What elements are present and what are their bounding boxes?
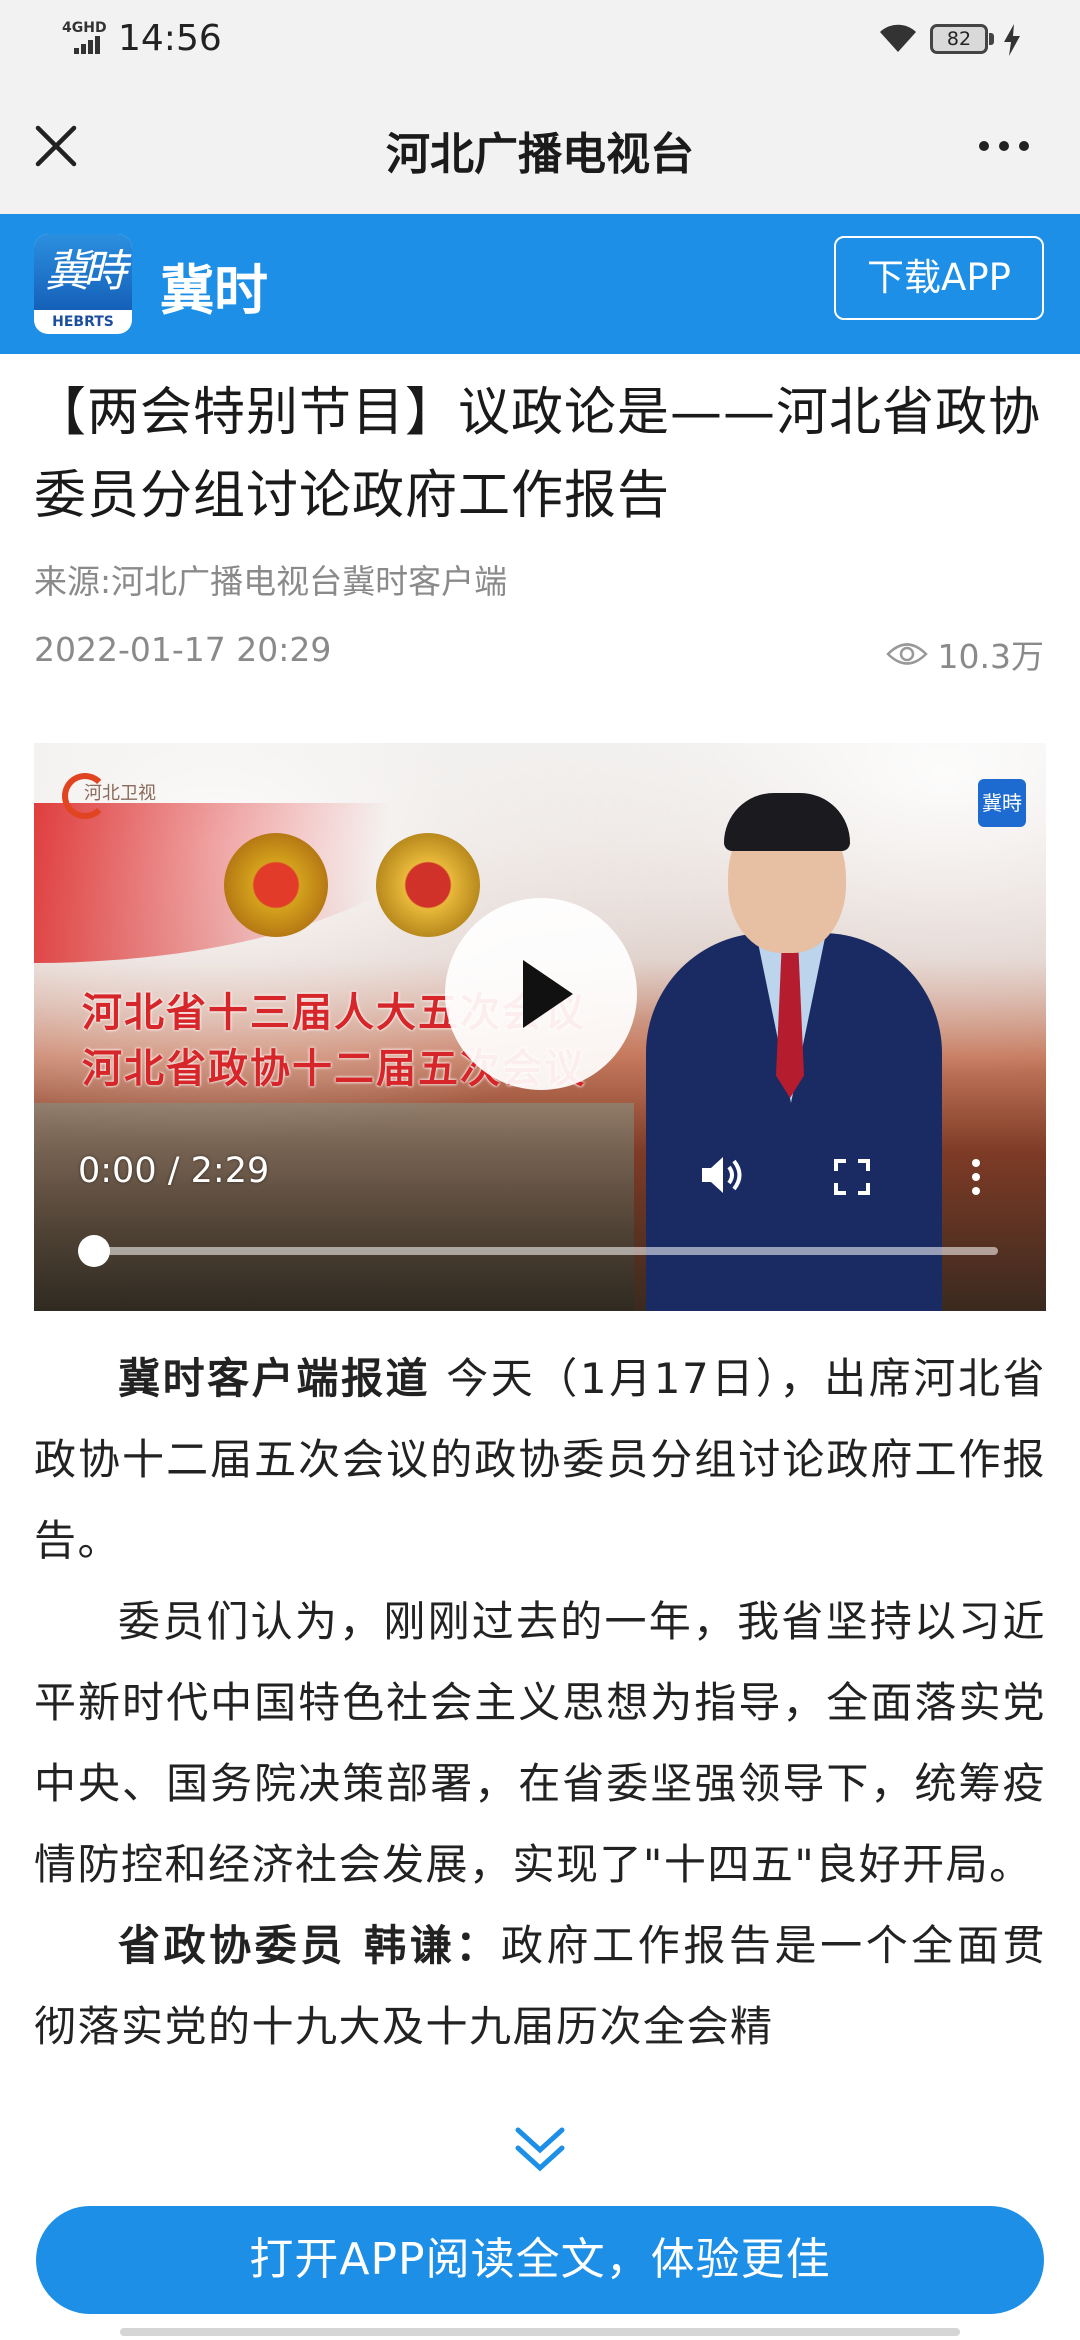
video-time: 0:00 / 2:29 <box>78 1151 270 1191</box>
home-indicator <box>120 2328 960 2336</box>
paragraph: 委员们认为，刚刚过去的一年，我省坚持以习近平新时代中国特色社会主义思想为指导，全… <box>34 1581 1046 1905</box>
tv-station-logo: 河北卫视 <box>84 783 156 804</box>
article-source: 来源:河北广播电视台冀时客户端 <box>34 562 508 601</box>
expand-chevron-icon[interactable] <box>512 2122 568 2178</box>
paragraph-text: 委员们认为，刚刚过去的一年，我省坚持以习近平新时代中国特色社会主义思想为指导，全… <box>34 1597 1046 1889</box>
brand-name: 冀时 <box>160 259 268 322</box>
video-corner-logo: 冀時 <box>978 779 1026 827</box>
battery-tip <box>989 33 994 45</box>
fullscreen-icon[interactable] <box>832 1157 872 1197</box>
page-title: 河北广播电视台 <box>386 129 694 180</box>
paragraph: 冀时客户端报道 今天（1月17日），出席河北省政协十二届五次会议的政协委员分组讨… <box>34 1338 1046 1581</box>
cppcc-emblem-icon <box>376 833 480 937</box>
nav-bar: 河北广播电视台 <box>0 80 1080 214</box>
view-count: 10.3万 <box>885 630 1044 678</box>
more-icon[interactable] <box>974 120 1034 172</box>
volume-icon[interactable] <box>698 1153 748 1197</box>
video-player[interactable]: 河北卫视 河北省十三届人大五次会议 河北省政协十二届五次会议 冀時 0:00 /… <box>34 743 1046 1311</box>
play-button[interactable] <box>445 898 637 1090</box>
app-logo: 冀時 HEBRTS <box>34 234 132 334</box>
status-bar: 4GHD 14:56 82 <box>0 0 1080 80</box>
app-banner: 冀時 HEBRTS 冀时 下载APP <box>0 214 1080 354</box>
view-count-value: 10.3万 <box>937 637 1044 676</box>
video-progress-track[interactable] <box>90 1247 998 1255</box>
paragraph-lead: 省政协委员 韩谦： <box>118 1921 501 1970</box>
close-icon[interactable] <box>30 120 82 172</box>
app-logo-sub: HEBRTS <box>52 314 114 330</box>
app-logo-mark: 冀時 <box>34 234 132 310</box>
video-menu-icon[interactable] <box>968 1157 984 1197</box>
charging-icon <box>1004 24 1020 56</box>
eye-icon <box>885 643 928 665</box>
download-app-button[interactable]: 下载APP <box>834 236 1044 320</box>
article-title: 【两会特别节目】议政论是——河北省政协委员分组讨论政府工作报告 <box>34 383 1042 526</box>
play-icon <box>523 960 573 1028</box>
battery-icon: 82 <box>930 24 988 54</box>
paragraph-lead: 冀时客户端报道 <box>118 1354 431 1403</box>
signal-icon <box>74 36 100 54</box>
national-emblem-icon <box>224 833 328 937</box>
open-app-button[interactable]: 打开APP阅读全文，体验更佳 <box>36 2206 1044 2314</box>
network-type: 4GHD <box>62 20 107 36</box>
video-progress-thumb[interactable] <box>78 1235 110 1267</box>
article-date: 2022-01-17 20:29 <box>34 630 332 669</box>
wifi-icon <box>880 24 916 52</box>
video-great-wall <box>34 1103 634 1311</box>
status-time: 14:56 <box>118 18 222 59</box>
article-body: 冀时客户端报道 今天（1月17日），出席河北省政协十二届五次会议的政协委员分组讨… <box>34 1338 1046 2067</box>
